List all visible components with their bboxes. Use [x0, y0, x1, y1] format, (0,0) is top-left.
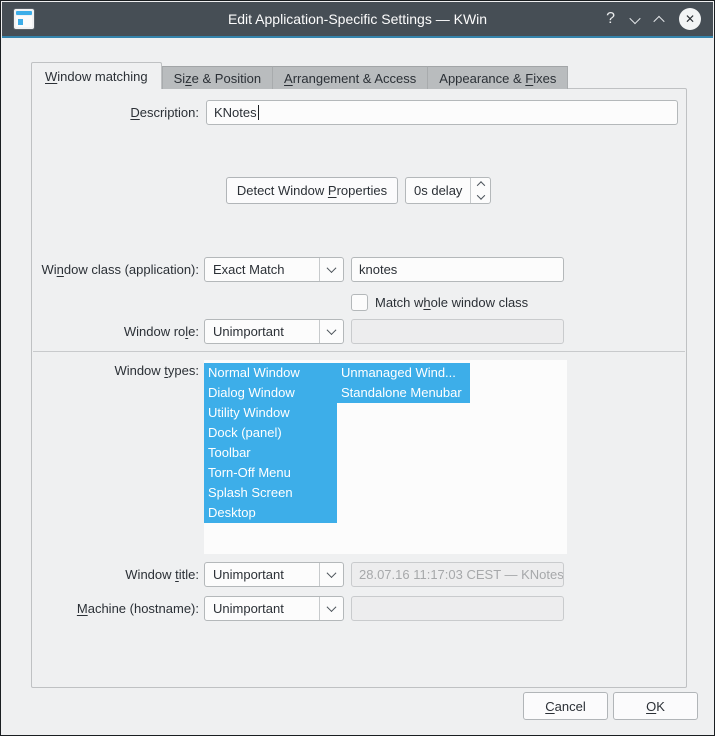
- detect-window-properties-button[interactable]: Detect Window Properties: [226, 177, 398, 204]
- window-class-input[interactable]: knotes: [351, 257, 564, 282]
- window-type-item[interactable]: Dialog Window: [204, 383, 337, 403]
- window-type-item[interactable]: Unmanaged Wind...: [337, 363, 470, 383]
- window-type-item[interactable]: Splash Screen: [204, 483, 337, 503]
- window-type-item[interactable]: Dock (panel): [204, 423, 337, 443]
- detect-delay-spinbox[interactable]: 0s delay: [405, 177, 491, 204]
- description-label: Description:: [37, 100, 199, 125]
- spin-up-button[interactable]: [471, 178, 490, 191]
- tab-arrangement-access[interactable]: Arrangement & Access: [273, 66, 428, 89]
- help-button[interactable]: ?: [606, 11, 615, 27]
- window-role-input: [351, 319, 564, 344]
- match-whole-window-class-checkbox[interactable]: [351, 294, 368, 311]
- chevron-up-icon: [653, 15, 664, 26]
- tab-bar: Window matching Size & Position Arrangem…: [31, 62, 568, 89]
- combo-chevron-down-icon: [319, 597, 343, 620]
- combo-chevron-down-icon: [319, 320, 343, 343]
- spin-down-button[interactable]: [471, 191, 490, 204]
- close-icon: ✕: [685, 12, 695, 26]
- kwin-settings-dialog: Edit Application-Specific Settings — KWi…: [0, 0, 715, 736]
- window-type-item[interactable]: Toolbar: [204, 443, 337, 463]
- titlebar-accent-line: [2, 36, 713, 38]
- machine-hostname-label: Machine (hostname):: [37, 596, 199, 621]
- title-bar[interactable]: Edit Application-Specific Settings — KWi…: [2, 2, 713, 36]
- window-title-match-combobox[interactable]: Unimportant: [204, 562, 344, 587]
- chevron-down-icon: [629, 12, 640, 23]
- machine-match-combobox[interactable]: Unimportant: [204, 596, 344, 621]
- window-title-label: Window title:: [37, 562, 199, 587]
- window-type-item[interactable]: Utility Window: [204, 403, 337, 423]
- window-types-label: Window types:: [37, 361, 199, 381]
- description-input[interactable]: KNotes: [206, 100, 678, 125]
- window-title-input: 28.07.16 11:17:03 CEST — KNotes: [351, 562, 564, 587]
- window-type-item[interactable]: Torn-Off Menu: [204, 463, 337, 483]
- window-role-label: Window role:: [37, 319, 199, 344]
- minimize-button[interactable]: [631, 12, 639, 27]
- match-whole-window-class-label: Match whole window class: [375, 294, 528, 311]
- window-class-match-combobox[interactable]: Exact Match: [204, 257, 344, 282]
- spin-down-icon: [476, 191, 484, 199]
- close-button[interactable]: ✕: [679, 8, 701, 30]
- text-caret: [258, 105, 259, 120]
- ok-button[interactable]: OK: [613, 692, 698, 720]
- combo-chevron-down-icon: [319, 563, 343, 586]
- window-class-label: Window class (application):: [37, 257, 199, 282]
- spin-up-icon: [476, 181, 484, 189]
- horizontal-separator: [33, 351, 685, 352]
- window-settings-app-icon: [14, 9, 34, 29]
- machine-hostname-input: [351, 596, 564, 621]
- window-type-item[interactable]: Standalone Menubar: [337, 383, 470, 403]
- tab-appearance-fixes[interactable]: Appearance & Fixes: [428, 66, 568, 89]
- combo-chevron-down-icon: [319, 258, 343, 281]
- cancel-button[interactable]: Cancel: [523, 692, 608, 720]
- window-types-list[interactable]: Normal Window Dialog Window Utility Wind…: [204, 360, 567, 554]
- maximize-button[interactable]: [655, 12, 663, 27]
- window-type-item[interactable]: Desktop: [204, 503, 337, 523]
- window-role-match-combobox[interactable]: Unimportant: [204, 319, 344, 344]
- window-type-item[interactable]: Normal Window: [204, 363, 337, 383]
- detect-delay-value: 0s delay: [406, 183, 470, 198]
- tab-size-position[interactable]: Size & Position: [162, 66, 273, 89]
- tab-window-matching[interactable]: Window matching: [31, 62, 162, 89]
